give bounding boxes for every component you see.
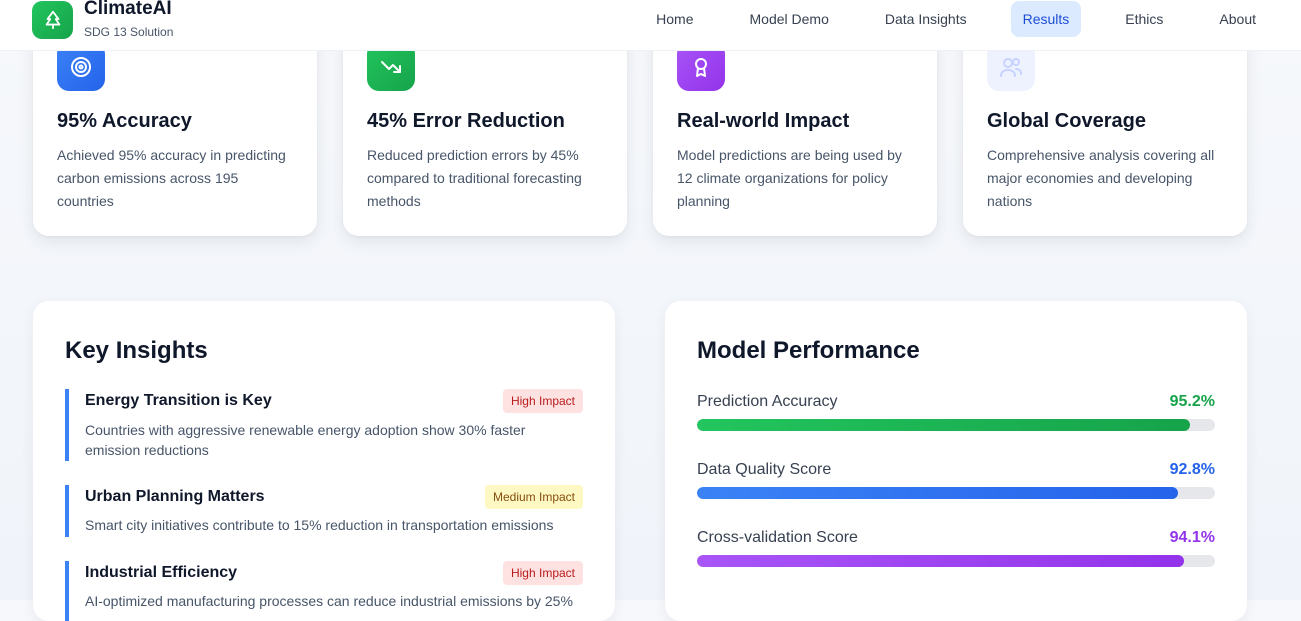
brand-name: ClimateAI — [84, 0, 172, 19]
nav-ethics[interactable]: Ethics — [1125, 1, 1163, 37]
brand[interactable]: ClimateAI SDG 13 Solution — [32, 0, 174, 40]
progress-fill — [697, 419, 1191, 431]
stat-card-error-reduction: 45% Error Reduction Reduced prediction e… — [343, 20, 627, 236]
nav-data-insights[interactable]: Data Insights — [885, 1, 967, 37]
impact-badge: High Impact — [502, 389, 583, 413]
key-insights-panel: Key Insights Energy Transition is Key Hi… — [33, 301, 615, 621]
insight-item: Energy Transition is Key High Impact Cou… — [65, 389, 583, 461]
insight-description: Smart city initiatives contribute to 15%… — [85, 517, 554, 533]
nav-home[interactable]: Home — [656, 1, 693, 37]
nav-about[interactable]: About — [1219, 1, 1256, 37]
progress-track — [697, 555, 1215, 567]
metric-cross-validation: Cross-validation Score 94.1% — [697, 528, 1215, 567]
insight-description: AI-optimized manufacturing processes can… — [85, 593, 573, 609]
top-navbar: ClimateAI SDG 13 Solution Home Model Dem… — [0, 0, 1301, 51]
key-insights-title: Key Insights — [65, 337, 208, 364]
metric-label: Prediction Accuracy — [697, 393, 838, 410]
stat-title: Real-world Impact — [677, 110, 850, 132]
nav-model-demo[interactable]: Model Demo — [750, 1, 829, 37]
stat-title: 45% Error Reduction — [367, 110, 565, 132]
tree-icon — [32, 1, 73, 39]
stat-card-impact: Real-world Impact Model predictions are … — [653, 20, 937, 236]
metric-label: Data Quality Score — [697, 461, 832, 478]
progress-track — [697, 487, 1215, 499]
progress-fill — [697, 487, 1178, 499]
brand-subtitle: SDG 13 Solution — [84, 25, 174, 39]
stat-description: Achieved 95% accuracy in predicting carb… — [57, 147, 286, 209]
progress-fill — [697, 555, 1185, 567]
metric-value: 94.1% — [1169, 529, 1215, 546]
impact-badge: High Impact — [502, 561, 583, 585]
stat-description: Reduced prediction errors by 45% compare… — [367, 147, 582, 209]
metric-prediction-accuracy: Prediction Accuracy 95.2% — [697, 392, 1215, 431]
insight-description: Countries with aggressive renewable ener… — [85, 422, 526, 458]
stat-card-coverage: Global Coverage Comprehensive analysis c… — [963, 20, 1247, 236]
nav-links: Home Model Demo Data Insights Results Et… — [656, 1, 1256, 37]
stat-description: Comprehensive analysis covering all majo… — [987, 147, 1215, 209]
stat-title: 95% Accuracy — [57, 110, 192, 132]
metric-value: 95.2% — [1169, 393, 1215, 410]
model-performance-panel: Model Performance Prediction Accuracy 95… — [665, 301, 1247, 621]
stat-card-accuracy: 95% Accuracy Achieved 95% accuracy in pr… — [33, 20, 317, 236]
metric-data-quality: Data Quality Score 92.8% — [697, 460, 1215, 499]
insight-item: Industrial Efficiency High Impact AI-opt… — [65, 561, 583, 621]
impact-badge: Medium Impact — [484, 485, 583, 509]
nav-results[interactable]: Results — [1010, 1, 1082, 37]
model-performance-title: Model Performance — [697, 337, 920, 364]
metric-value: 92.8% — [1169, 461, 1215, 478]
stat-description: Model predictions are being used by 12 c… — [677, 147, 902, 209]
progress-track — [697, 419, 1215, 431]
stat-title: Global Coverage — [987, 110, 1146, 132]
metric-label: Cross-validation Score — [697, 529, 858, 546]
insight-item: Urban Planning Matters Medium Impact Sma… — [65, 485, 583, 537]
